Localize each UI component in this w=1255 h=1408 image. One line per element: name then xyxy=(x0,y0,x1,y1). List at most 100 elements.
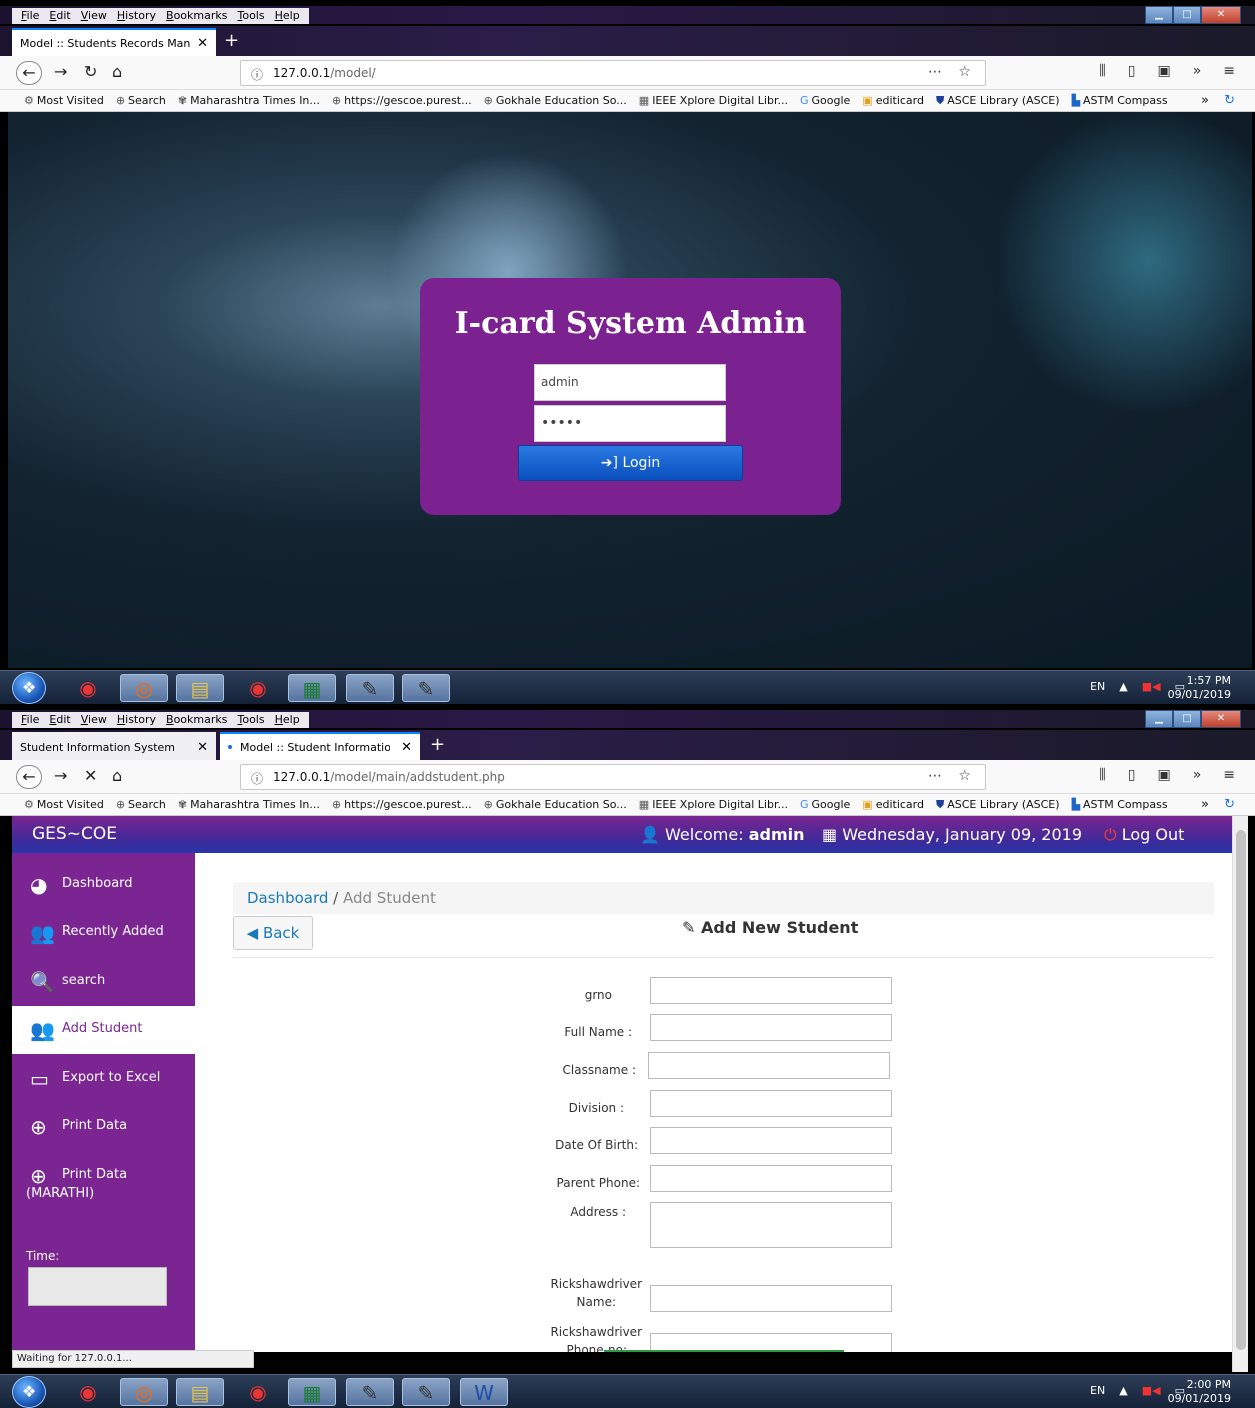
menu-tools[interactable]: Tools xyxy=(232,8,269,24)
bookmark-item[interactable]: ⚙ Most Visited xyxy=(24,798,104,811)
new-tab-button[interactable]: + xyxy=(430,732,445,758)
back-arrow-icon[interactable]: ← xyxy=(16,765,42,789)
chrome-icon[interactable]: ◉ xyxy=(234,1378,282,1406)
excel-icon[interactable]: ▦ xyxy=(288,1378,336,1406)
language-indicator[interactable]: EN xyxy=(1090,1384,1105,1397)
bookmark-item[interactable]: ⛊ ASCE Library (ASCE) xyxy=(936,94,1060,108)
tab-students-records[interactable]: Model :: Students Records Manager ✕ xyxy=(12,28,216,56)
bookmark-item[interactable]: ▙ ASTM Compass xyxy=(1072,94,1168,107)
menu-tools[interactable]: Tools xyxy=(232,712,269,728)
breadcrumb-dashboard-link[interactable]: Dashboard xyxy=(247,889,328,907)
menu-view[interactable]: View xyxy=(76,8,112,24)
sidebar-icon[interactable]: ▯ xyxy=(1128,63,1136,79)
library-icon[interactable]: ⫼ xyxy=(1099,767,1105,783)
start-button[interactable] xyxy=(12,672,46,704)
logout-link[interactable]: ⏻ Log Out xyxy=(1104,825,1184,845)
bookmark-item[interactable]: ▙ ASTM Compass xyxy=(1072,798,1168,811)
language-indicator[interactable]: EN xyxy=(1090,680,1105,693)
bookmark-item[interactable]: ✾ Maharashtra Times In... xyxy=(178,94,320,107)
sync-icon[interactable]: ↻ xyxy=(1224,93,1235,108)
sidebar-item-add-student[interactable]: 👥 Add Student xyxy=(12,1006,195,1054)
bookmark-item[interactable]: ⊕ https://gescoe.purest... xyxy=(332,798,472,811)
volume-icon[interactable]: ■◀ xyxy=(1142,680,1161,693)
bookmark-item[interactable]: ⊕ https://gescoe.purest... xyxy=(332,94,472,107)
dob-input[interactable] xyxy=(650,1127,892,1154)
paint-icon[interactable]: ✎ xyxy=(346,1378,394,1406)
bookmark-item[interactable]: ✾ Maharashtra Times In... xyxy=(178,798,320,811)
sidebar-item-print-data[interactable]: ⊕ Print Data xyxy=(12,1103,195,1151)
rickshaw-driver-name-input[interactable] xyxy=(650,1285,892,1312)
bookmark-item[interactable]: G Google xyxy=(800,94,850,107)
url-bar[interactable]: ⓘ 127.0.0.1/model/main/addstudent.php ⋯ … xyxy=(240,764,986,790)
tab-model-student-information[interactable]: Model :: Student Information S ✕ xyxy=(220,732,420,760)
stop-icon[interactable]: ✕ xyxy=(84,766,97,785)
close-window-button[interactable]: ✕ xyxy=(1201,710,1241,728)
minimize-button[interactable]: ▁ xyxy=(1145,710,1173,728)
paint-icon[interactable]: ✎ xyxy=(402,1378,450,1406)
extension-icon[interactable]: ▣ xyxy=(1157,767,1170,783)
bookmark-item[interactable]: ⊕ Gokhale Education So... xyxy=(484,798,627,811)
clock[interactable]: 1:57 PM 09/01/2019 xyxy=(1168,674,1231,702)
paint-icon[interactable]: ✎ xyxy=(402,674,450,702)
submit-button[interactable] xyxy=(604,1350,844,1352)
menu-history[interactable]: History xyxy=(112,8,161,24)
forward-arrow-icon[interactable]: → xyxy=(54,62,67,81)
bookmark-item[interactable]: ⊕ Search xyxy=(116,798,166,811)
back-button[interactable]: ◀ Back xyxy=(233,916,313,950)
close-tab-icon[interactable]: ✕ xyxy=(197,36,208,51)
sync-icon[interactable]: ↻ xyxy=(1224,797,1235,812)
sidebar-item-search[interactable]: 🔍 search xyxy=(12,958,195,1006)
login-button[interactable]: ➔] Login xyxy=(518,445,743,481)
overflow-icon[interactable]: » xyxy=(1193,63,1202,79)
parent-phone-input[interactable] xyxy=(650,1165,892,1192)
tab-student-information-system[interactable]: Student Information System ✕ xyxy=(12,732,216,760)
page-scrollbar[interactable] xyxy=(1232,816,1248,1372)
bookmark-item[interactable]: ▣ editicard xyxy=(862,94,924,107)
bookmark-item[interactable]: ▦ IEEE Xplore Digital Libr... xyxy=(639,94,788,107)
password-input[interactable]: ••••• xyxy=(534,405,726,442)
menu-help[interactable]: Help xyxy=(270,712,305,728)
overflow-icon[interactable]: » xyxy=(1193,767,1202,783)
division-input[interactable] xyxy=(650,1090,892,1117)
bookmark-item[interactable]: ⚙ Most Visited xyxy=(24,94,104,107)
close-tab-icon[interactable]: ✕ xyxy=(401,740,412,755)
url-bar[interactable]: ⓘ 127.0.0.1/model/ ⋯ ☆ xyxy=(240,60,986,86)
menu-bookmarks[interactable]: Bookmarks xyxy=(161,8,232,24)
new-tab-button[interactable]: + xyxy=(224,28,239,54)
maximize-button[interactable]: □ xyxy=(1173,710,1201,728)
firefox-icon[interactable]: ◎ xyxy=(120,1378,168,1406)
maximize-button[interactable]: □ xyxy=(1173,6,1201,24)
volume-icon[interactable]: ■◀ xyxy=(1142,1384,1161,1397)
bookmark-item[interactable]: ⊕ Search xyxy=(116,94,166,107)
menu-view[interactable]: View xyxy=(76,712,112,728)
start-button[interactable] xyxy=(12,1376,46,1408)
forward-arrow-icon[interactable]: → xyxy=(54,766,67,785)
chrome-icon[interactable]: ◉ xyxy=(234,674,282,702)
home-icon[interactable]: ⌂ xyxy=(112,62,122,81)
classname-input[interactable] xyxy=(648,1052,890,1079)
clock[interactable]: 2:00 PM 09/01/2019 xyxy=(1168,1378,1231,1406)
file-explorer-icon[interactable]: ▤ xyxy=(176,674,224,702)
menu-help[interactable]: Help xyxy=(270,8,305,24)
chrome-icon[interactable]: ◉ xyxy=(64,674,112,702)
home-icon[interactable]: ⌂ xyxy=(112,766,122,785)
username-input[interactable]: admin xyxy=(534,364,726,401)
chrome-icon[interactable]: ◉ xyxy=(64,1378,112,1406)
tray-expand-icon[interactable]: ▲ xyxy=(1119,680,1127,693)
grno-input[interactable] xyxy=(650,977,892,1004)
minimize-button[interactable]: ▁ xyxy=(1145,6,1173,24)
page-actions-icon[interactable]: ⋯ ☆ xyxy=(928,768,977,784)
sidebar-item-print-data-marathi[interactable]: ⊕ Print Data (MARATHI) xyxy=(12,1152,195,1208)
reload-icon[interactable]: ↻ xyxy=(84,62,97,81)
bookmark-item[interactable]: ▣ editicard xyxy=(862,798,924,811)
back-arrow-icon[interactable]: ← xyxy=(16,61,42,85)
bookmarks-overflow-icon[interactable]: » xyxy=(1201,797,1209,812)
full-name-input[interactable] xyxy=(650,1014,892,1041)
close-tab-icon[interactable]: ✕ xyxy=(197,740,208,755)
word-icon[interactable]: W xyxy=(460,1378,508,1406)
sidebar-item-recently-added[interactable]: 👥 Recently Added xyxy=(12,909,195,957)
menu-edit[interactable]: Edit xyxy=(44,712,75,728)
tray-expand-icon[interactable]: ▲ xyxy=(1119,1384,1127,1397)
sidebar-icon[interactable]: ▯ xyxy=(1128,767,1136,783)
scrollbar-thumb[interactable] xyxy=(1236,830,1246,1350)
